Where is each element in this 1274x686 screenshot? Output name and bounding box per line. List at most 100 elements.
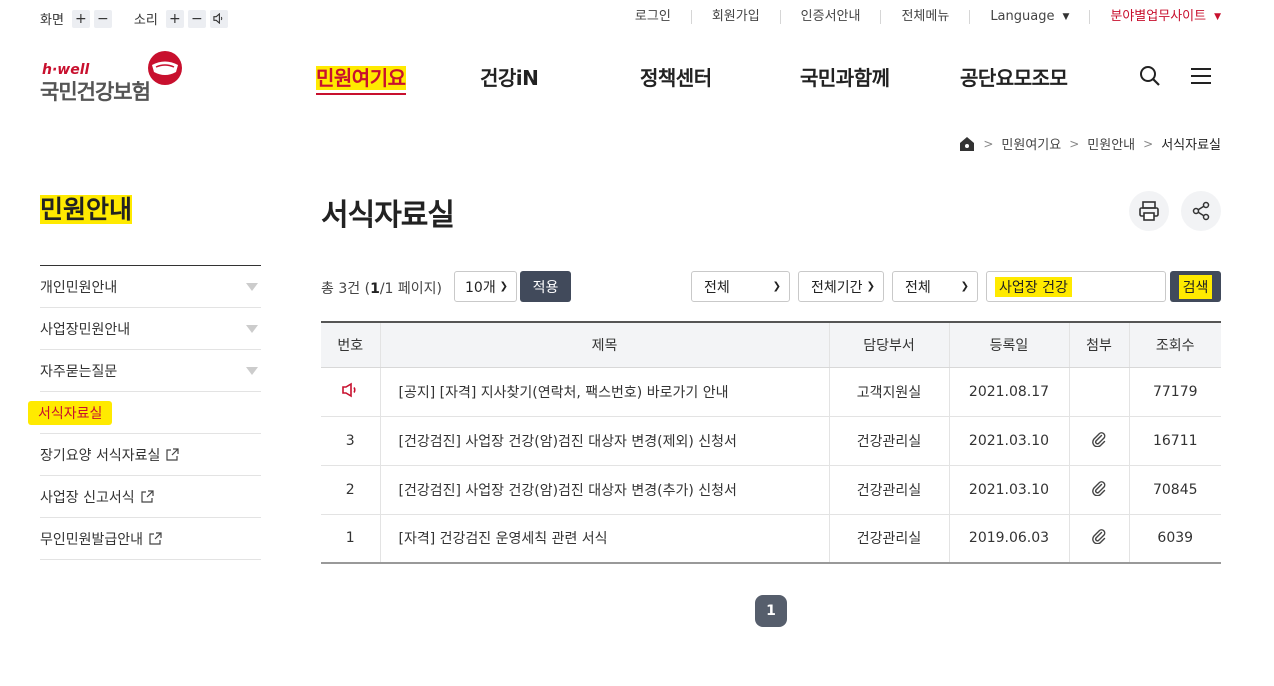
col-header-views: 조회수 [1128,322,1221,368]
result-count: 총 3건 (1/1 페이지) [321,281,442,297]
table-row: [공지] [자격] 지사찾기(연락처, 팩스번호) 바로가기 안내 고객지원실 … [321,367,1221,417]
external-link-icon [141,489,154,503]
business-sites-dropdown[interactable]: 분야별업무사이트 ▼ [1089,10,1221,24]
notice-cell [321,367,380,417]
home-icon[interactable] [959,136,975,152]
col-header-attach: 첨부 [1068,322,1129,368]
external-link-icon [149,531,162,545]
col-header-dept: 담당부서 [828,322,949,368]
row-attach[interactable] [1068,514,1129,563]
page-title: 서식자료실 [321,198,455,233]
apply-button[interactable]: 적용 [520,271,571,302]
certificate-guide-link[interactable]: 인증서안내 [779,10,881,24]
caret-down-icon: ▼ [1214,12,1221,22]
expand-icon [246,366,258,375]
row-title-link[interactable]: [공지] [자격] 지사찾기(연락처, 팩스번호) 바로가기 안내 [379,367,829,417]
per-page-select[interactable]: 10개 ❯ [454,271,517,302]
site-logo[interactable]: h·well 국민건강보험 [40,48,190,104]
breadcrumb-item-guide[interactable]: 민원안내 [1087,134,1135,153]
paperclip-icon [1092,431,1106,447]
row-attach [1068,367,1129,417]
row-date: 2021.03.10 [948,416,1069,466]
sidebar-item-business[interactable]: 사업장민원안내 [40,308,261,350]
gnb-with-people[interactable]: 국민과함께 [800,62,890,91]
speaker-icon[interactable] [209,9,228,28]
gnb-minwon[interactable]: 민원여기요 [316,62,406,95]
chevron-down-icon: ❯ [772,281,781,292]
share-button[interactable] [1181,191,1221,231]
forms-table: 번호 제목 담당부서 등록일 첨부 조회수 [공지] [자격] 지사찾기(연락처… [321,321,1221,564]
row-title-link[interactable]: [건강검진] 사업장 건강(암)검진 대상자 변경(제외) 신청서 [379,416,829,466]
language-dropdown[interactable]: Language ▼ [969,10,1089,24]
gnb-about[interactable]: 공단요모조모 [960,62,1068,91]
breadcrumb-separator: > [1069,136,1080,151]
row-dept: 건강관리실 [828,416,949,466]
row-date: 2021.03.10 [948,465,1069,515]
sidebar-item-faq[interactable]: 자주묻는질문 [40,350,261,392]
lnb-title: 민원안내 [40,195,133,224]
search-input[interactable]: 사업장 건강 [986,271,1166,302]
table-row: 1 [자격] 건강검진 운영세칙 관련 서식 건강관리실 2019.06.03 … [321,514,1221,563]
login-link[interactable]: 로그인 [635,10,691,24]
row-dept: 고객지원실 [828,367,949,417]
col-header-date: 등록일 [948,322,1069,368]
col-header-title: 제목 [379,322,829,368]
logo-name: 국민건강보험 [40,80,151,104]
volume-up-button[interactable]: + [165,9,184,28]
sidebar-item-ltc-forms[interactable]: 장기요양 서식자료실 [40,434,261,476]
row-attach[interactable] [1068,465,1129,515]
all-menu-link[interactable]: 전체메뉴 [880,10,969,24]
zoom-in-button[interactable]: + [71,9,90,28]
table-row: 3 [건강검진] 사업장 건강(암)검진 대상자 변경(제외) 신청서 건강관리… [321,416,1221,466]
megaphone-icon [342,382,356,397]
chevron-down-icon: ❯ [960,281,969,292]
external-link-icon [166,447,179,461]
sidebar-item-business-report[interactable]: 사업장 신고서식 [40,476,261,518]
row-title-link[interactable]: [건강검진] 사업장 건강(암)검진 대상자 변경(추가) 신청서 [379,465,829,515]
breadcrumb-separator: > [1143,136,1154,151]
sidebar-item-personal[interactable]: 개인민원안내 [40,266,261,308]
volume-down-button[interactable]: − [187,9,206,28]
expand-icon [246,282,258,291]
gnb-health-in[interactable]: 건강iN [480,62,539,91]
row-dept: 건강관리실 [828,514,949,563]
sidebar-item-forms[interactable]: 서식자료실 [28,392,261,434]
breadcrumb-item-minwon[interactable]: 민원여기요 [1001,134,1061,153]
category-filter-select[interactable]: 전체 ❯ [691,271,790,302]
row-views: 70845 [1128,465,1221,515]
row-dept: 건강관리실 [828,465,949,515]
chevron-down-icon: ❯ [499,281,508,292]
share-icon [1192,201,1210,221]
row-views: 6039 [1128,514,1221,563]
menu-icon[interactable] [1189,64,1213,88]
chevron-down-icon: ❯ [866,281,875,292]
side-navigation: 개인민원안내 사업장민원안내 자주묻는질문 서식자료실 장기요양 서식자료실 사… [28,265,261,560]
logo-mark-icon [148,51,182,85]
row-views: 16711 [1128,416,1221,466]
paperclip-icon [1092,480,1106,496]
breadcrumb-item-current: 서식자료실 [1161,138,1221,153]
table-row: 2 [건강검진] 사업장 건강(암)검진 대상자 변경(추가) 신청서 건강관리… [321,465,1221,515]
print-button[interactable] [1129,191,1169,231]
search-field-select[interactable]: 전체 ❯ [892,271,978,302]
screen-size-label: 화면 [40,13,64,28]
page-button-current[interactable]: 1 [755,595,787,627]
accessibility-controls: 화면 + − 소리 + − [40,9,232,28]
row-attach[interactable] [1068,416,1129,466]
search-icon[interactable] [1138,64,1162,88]
signup-link[interactable]: 회원가입 [690,10,780,24]
row-no: 1 [345,530,355,547]
paperclip-icon [1092,529,1106,545]
row-views: 77179 [1128,367,1221,417]
gnb-policy-center[interactable]: 정책센터 [640,62,712,91]
breadcrumb-separator: > [983,136,994,151]
sidebar-item-kiosk[interactable]: 무인민원발급안내 [40,518,261,560]
expand-icon [246,324,258,333]
period-filter-select[interactable]: 전체기간 ❯ [798,271,884,302]
breadcrumb: > 민원여기요 > 민원안내 > 서식자료실 [959,134,1221,153]
caret-down-icon: ▼ [1062,12,1070,22]
zoom-out-button[interactable]: − [93,9,112,28]
row-no: 3 [321,416,380,466]
row-title-link[interactable]: [자격] 건강검진 운영세칙 관련 서식 [379,514,829,563]
search-button[interactable]: 검색 [1170,271,1221,302]
